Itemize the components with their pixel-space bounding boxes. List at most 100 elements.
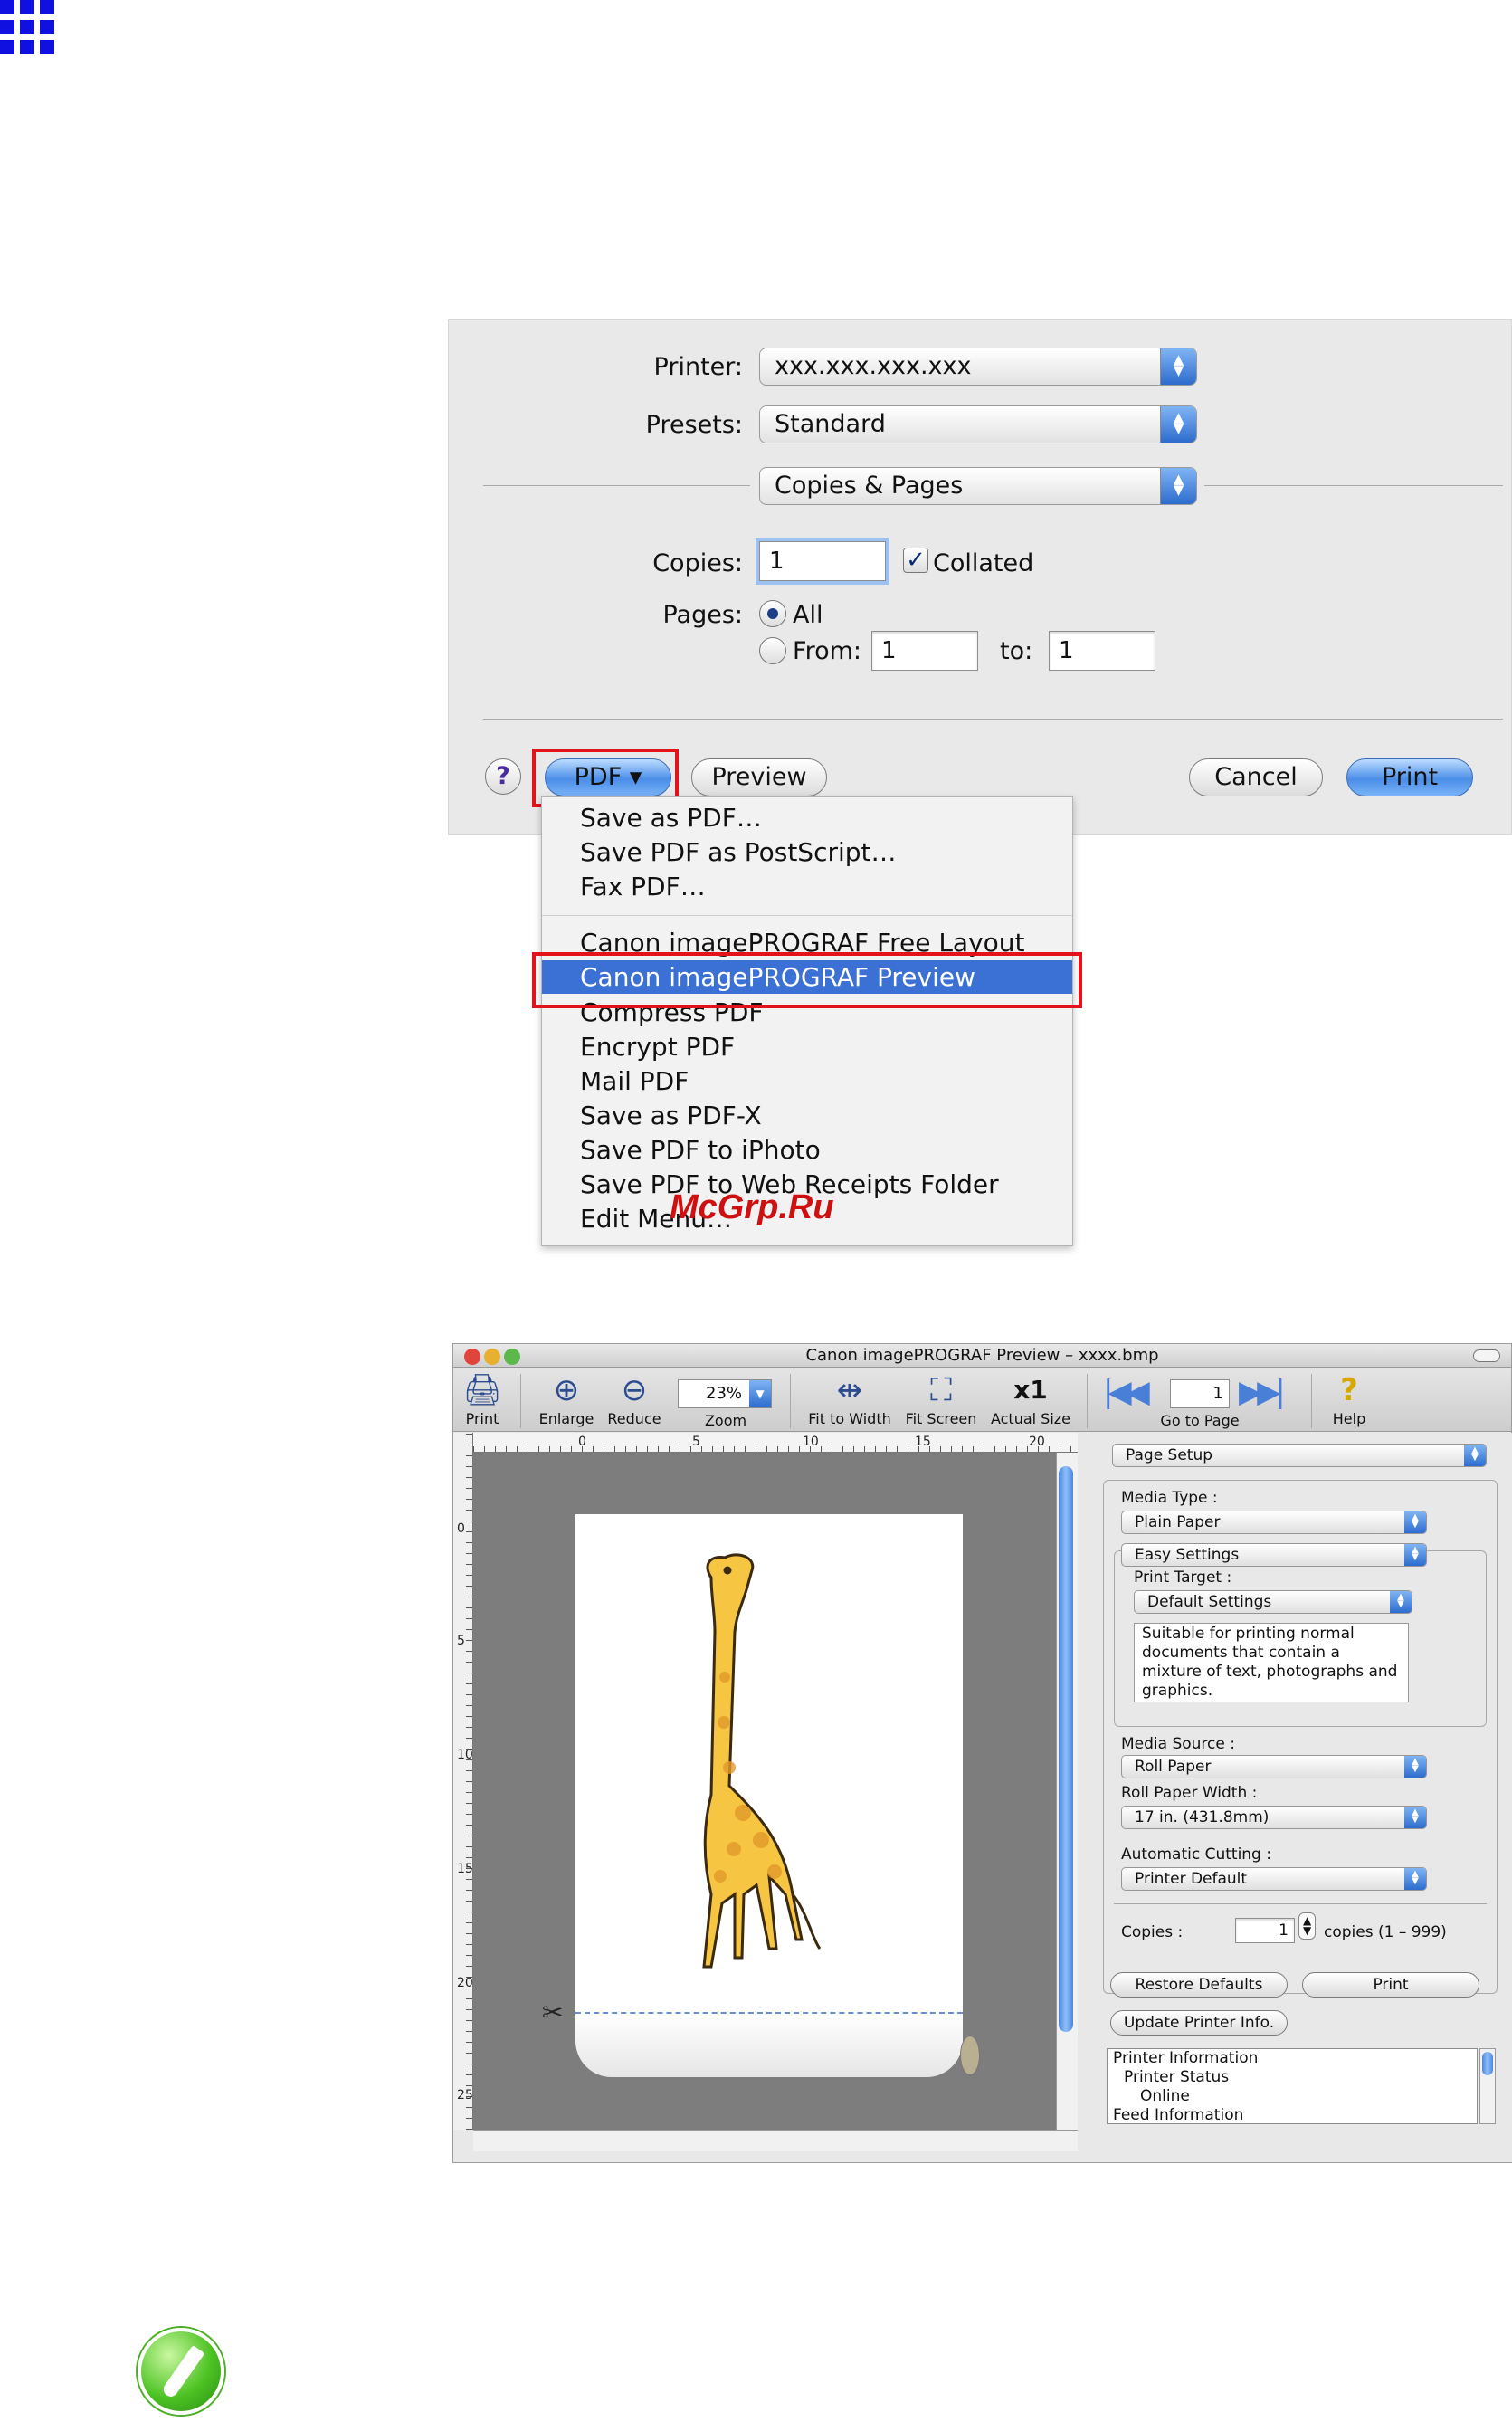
copies-stepper-icon[interactable]: ▲ ▼	[1298, 1912, 1317, 1940]
horizontal-ruler	[473, 1433, 1078, 1453]
zoom-window-icon[interactable]	[504, 1349, 520, 1365]
presets-popup[interactable]: Standard ▲ ▼	[759, 405, 1197, 443]
printer-info-list[interactable]: Printer Information Printer Status Onlin…	[1107, 2048, 1478, 2124]
menu-item-fax-pdf[interactable]: Fax PDF…	[542, 870, 1072, 903]
pages-to-label: to:	[1000, 637, 1033, 665]
enlarge-button[interactable]: ⊕ Enlarge	[535, 1370, 598, 1427]
printer-popup[interactable]: xxx.xxx.xxx.xxx ▲ ▼	[759, 348, 1197, 386]
media-source-label: Media Source :	[1121, 1735, 1235, 1753]
print-target-popup[interactable]: Default Settings ▲ ▼	[1134, 1590, 1412, 1614]
giraffe-image	[702, 1553, 822, 1969]
minimize-window-icon[interactable]	[484, 1349, 500, 1365]
info-list-scroll-thumb[interactable]	[1482, 2052, 1493, 2075]
paper-page	[575, 1514, 963, 2021]
next-last-page-icon[interactable]: ▶▶|	[1239, 1374, 1286, 1410]
collated-checkbox[interactable]: ✓	[903, 548, 928, 573]
menu-item-save-as-pdf[interactable]: Save as PDF…	[542, 801, 1072, 834]
toolbar-help-button[interactable]: ? Help	[1322, 1370, 1376, 1427]
popup-arrows-icon: ▲ ▼	[1160, 406, 1196, 443]
list-item[interactable]: Online	[1108, 2087, 1477, 2106]
media-type-popup[interactable]: Plain Paper ▲ ▼	[1121, 1511, 1427, 1534]
menu-separator	[542, 915, 1072, 916]
horizontal-scrollbar[interactable]	[473, 2130, 1078, 2151]
media-source-popup[interactable]: Roll Paper ▲ ▼	[1121, 1755, 1427, 1778]
pages-all-label: All	[793, 601, 823, 629]
divider	[483, 485, 750, 486]
reduce-button[interactable]: ⊖ Reduce	[603, 1370, 666, 1427]
zoom-in-icon: ⊕	[553, 1372, 580, 1408]
printer-label: Printer:	[653, 353, 743, 381]
zoom-label: Zoom	[704, 1412, 747, 1429]
menu-item-mail-pdf[interactable]: Mail PDF	[542, 1064, 1072, 1098]
ruler-label: 10	[457, 1748, 473, 1762]
help-button[interactable]: ?	[485, 758, 521, 795]
divider	[1204, 485, 1503, 486]
panel-copies-label: Copies :	[1121, 1923, 1184, 1941]
roll-width-popup[interactable]: 17 in. (431.8mm) ▲ ▼	[1121, 1806, 1427, 1829]
menu-item-save-to-iphoto[interactable]: Save PDF to iPhoto	[542, 1133, 1072, 1167]
list-item[interactable]: Feed Information	[1108, 2106, 1477, 2125]
copies-label: Copies:	[652, 549, 743, 577]
panel-copies-input[interactable]: 1	[1235, 1918, 1295, 1943]
toolbar-print-button[interactable]: 🖨 Print	[461, 1370, 504, 1427]
zoom-select[interactable]: 23% ▼	[678, 1379, 772, 1408]
popup-arrows-icon: ▲ ▼	[1160, 468, 1196, 504]
fit-screen-button[interactable]: ⛶ Fit Screen	[900, 1370, 982, 1427]
ruler-label: 15	[915, 1435, 931, 1449]
ruler-label: 5	[457, 1634, 465, 1648]
pages-to-input[interactable]: 1	[1049, 631, 1155, 671]
restore-defaults-button[interactable]: Restore Defaults	[1110, 1972, 1288, 1998]
panel-print-button[interactable]: Print	[1302, 1972, 1479, 1998]
print-button[interactable]: Print	[1346, 758, 1473, 796]
page-number-input[interactable]: 1	[1170, 1379, 1230, 1408]
ruler-label: 25	[457, 2088, 473, 2103]
chevron-down-icon: ▼	[749, 1380, 771, 1407]
close-window-icon[interactable]	[464, 1349, 480, 1365]
cancel-button[interactable]: Cancel	[1189, 758, 1323, 796]
go-to-page-label: Go to Page	[1160, 1412, 1240, 1429]
zoom-out-icon: ⊖	[621, 1372, 648, 1408]
printer-value: xxx.xxx.xxx.xxx	[775, 352, 972, 380]
pages-label: Pages:	[662, 601, 743, 629]
auto-cut-popup[interactable]: Printer Default ▲ ▼	[1121, 1867, 1427, 1891]
copies-input[interactable]: 1	[759, 541, 886, 581]
help-icon: ?	[1340, 1372, 1358, 1408]
pdf-menu: Save as PDF… Save PDF as PostScript… Fax…	[541, 796, 1073, 1246]
update-printer-info-button[interactable]: Update Printer Info.	[1110, 2010, 1288, 2036]
pages-all-radio[interactable]	[759, 600, 786, 627]
first-previous-page-icon[interactable]: |◀◀	[1103, 1374, 1150, 1410]
easy-settings-popup[interactable]: Easy Settings ▲ ▼	[1121, 1543, 1427, 1567]
section-popup[interactable]: Page Setup ▲ ▼	[1112, 1444, 1487, 1467]
list-item[interactable]: Printer Information	[1108, 2049, 1477, 2068]
menu-item-encrypt-pdf[interactable]: Encrypt PDF	[542, 1030, 1072, 1063]
pages-from-input[interactable]: 1	[871, 631, 978, 671]
actual-size-button[interactable]: x1 Actual Size	[987, 1370, 1074, 1427]
pages-from-label: From:	[793, 637, 861, 665]
popup-arrows-icon: ▲ ▼	[1404, 1756, 1426, 1778]
print-target-label: Print Target :	[1134, 1569, 1232, 1587]
vertical-scroll-thumb[interactable]	[1059, 1466, 1073, 2032]
toolbar-separator	[1087, 1374, 1088, 1428]
divider	[1114, 1903, 1487, 1904]
window-title: Canon imagePROGRAF Preview – xxxx.bmp	[453, 1344, 1511, 1368]
settings-panel: Page Setup ▲ ▼ Media Type : Plain Paper ▲…	[1087, 1433, 1512, 2162]
roll-paper-end	[575, 2014, 963, 2077]
list-item[interactable]: Printer Status	[1108, 2068, 1477, 2087]
cut-line	[575, 2012, 963, 2014]
print-target-description: Suitable for printing normal documents t…	[1134, 1623, 1409, 1702]
ruler-label: 20	[1029, 1435, 1045, 1449]
ruler-label: 10	[803, 1435, 819, 1449]
toolbar-toggle-icon[interactable]	[1473, 1349, 1500, 1362]
menu-item-save-pdf-postscript[interactable]: Save PDF as PostScript…	[542, 835, 1072, 869]
presets-value: Standard	[775, 410, 886, 438]
printer-icon: 🖨	[462, 1372, 502, 1408]
divider	[483, 719, 1503, 720]
fit-width-icon: ⇹	[836, 1372, 863, 1408]
panel-popup[interactable]: Copies & Pages ▲ ▼	[759, 467, 1197, 505]
pages-from-radio[interactable]	[759, 637, 786, 664]
popup-arrows-icon: ▲ ▼	[1404, 1868, 1426, 1890]
preview-button[interactable]: Preview	[691, 758, 827, 796]
fit-to-width-button[interactable]: ⇹ Fit to Width	[804, 1370, 895, 1427]
popup-arrows-icon: ▲ ▼	[1160, 348, 1196, 385]
menu-item-save-pdf-x[interactable]: Save as PDF-X	[542, 1099, 1072, 1132]
